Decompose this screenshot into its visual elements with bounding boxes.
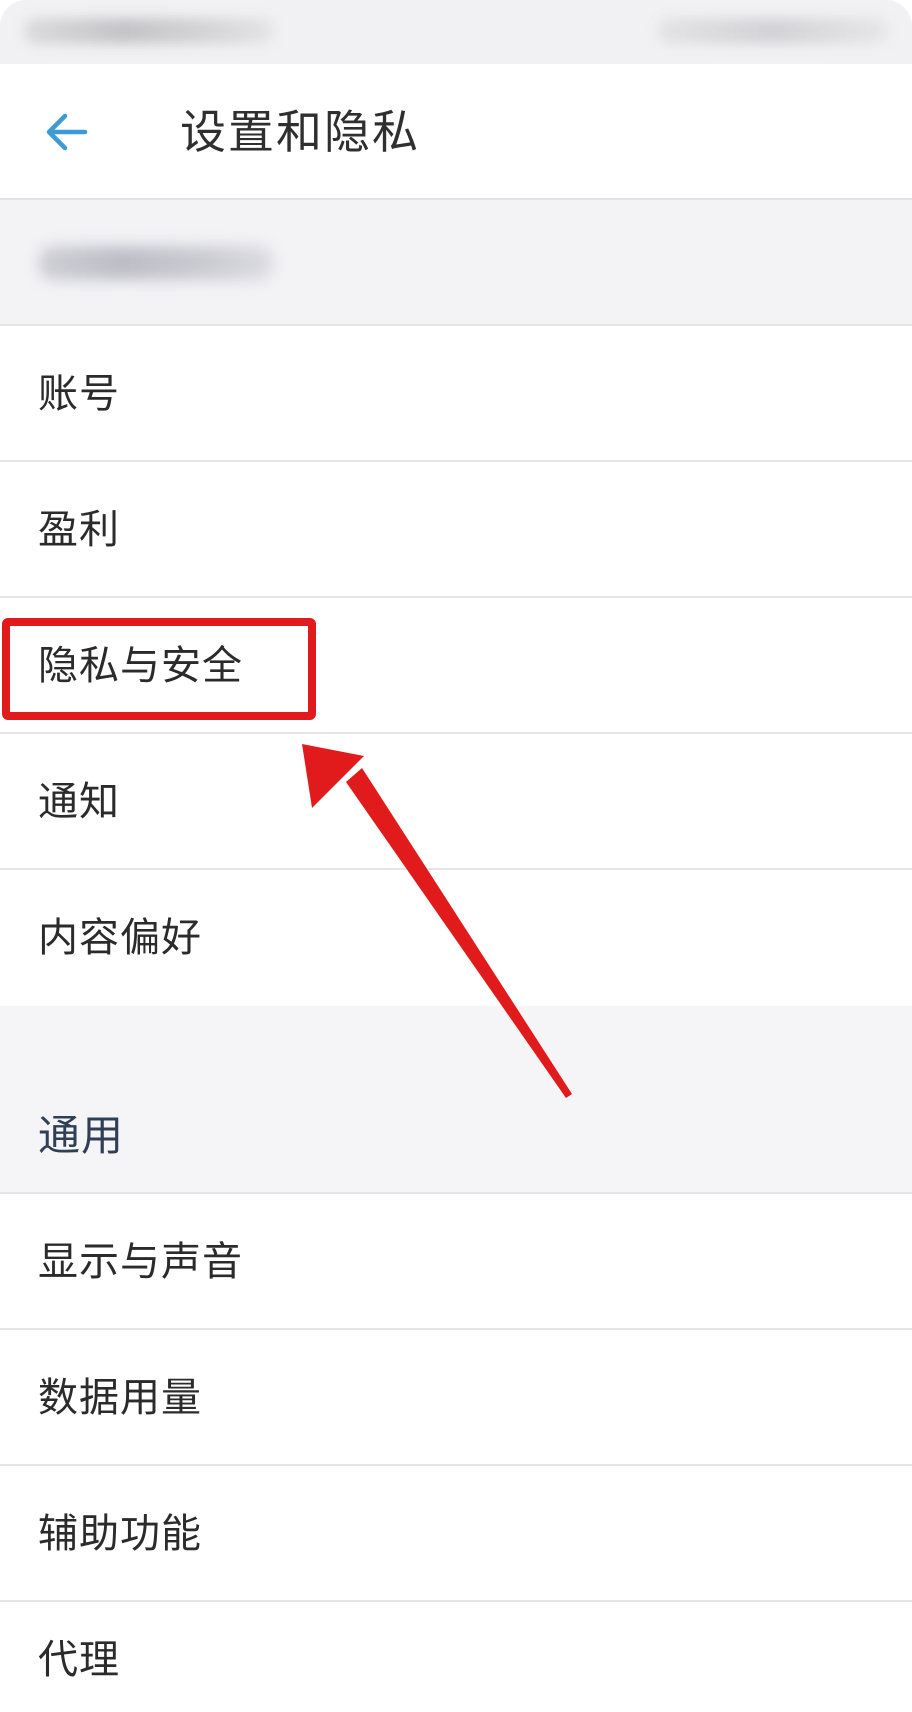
account-username-section xyxy=(0,200,912,326)
username-blurred xyxy=(38,246,274,280)
settings-item-notifications[interactable]: 通知 xyxy=(0,734,912,870)
status-bar xyxy=(0,0,912,64)
settings-screen: 设置和隐私 账号 盈利 隐私与安全 通知 内容偏好 通用 显示与声音 数据用量 … xyxy=(0,0,912,1712)
settings-item-label: 内容偏好 xyxy=(38,915,202,961)
section-divider xyxy=(0,1006,912,1078)
settings-item-account[interactable]: 账号 xyxy=(0,326,912,462)
settings-item-content-preferences[interactable]: 内容偏好 xyxy=(0,870,912,1006)
settings-item-label: 隐私与安全 xyxy=(38,643,243,689)
page-title: 设置和隐私 xyxy=(180,105,420,159)
settings-item-label: 盈利 xyxy=(38,507,120,553)
arrow-left-icon xyxy=(46,113,88,151)
status-bar-left-blurred xyxy=(24,18,274,44)
section-header-general: 通用 xyxy=(0,1078,912,1194)
settings-item-privacy-security[interactable]: 隐私与安全 xyxy=(0,598,912,734)
settings-item-data-usage[interactable]: 数据用量 xyxy=(0,1330,912,1466)
settings-item-label: 代理 xyxy=(38,1637,120,1683)
back-button[interactable] xyxy=(34,100,98,164)
settings-item-proxy[interactable]: 代理 xyxy=(0,1602,912,1712)
status-bar-right-blurred xyxy=(658,18,888,44)
top-app-bar: 设置和隐私 xyxy=(0,64,912,200)
settings-item-label: 通知 xyxy=(38,779,120,825)
settings-item-display-sound[interactable]: 显示与声音 xyxy=(0,1194,912,1330)
settings-item-accessibility[interactable]: 辅助功能 xyxy=(0,1466,912,1602)
settings-item-label: 数据用量 xyxy=(38,1375,202,1421)
section-header-label: 通用 xyxy=(38,1111,125,1160)
settings-item-label: 账号 xyxy=(38,371,120,417)
settings-item-label: 显示与声音 xyxy=(38,1239,243,1285)
settings-item-monetization[interactable]: 盈利 xyxy=(0,462,912,598)
settings-item-label: 辅助功能 xyxy=(38,1511,202,1557)
